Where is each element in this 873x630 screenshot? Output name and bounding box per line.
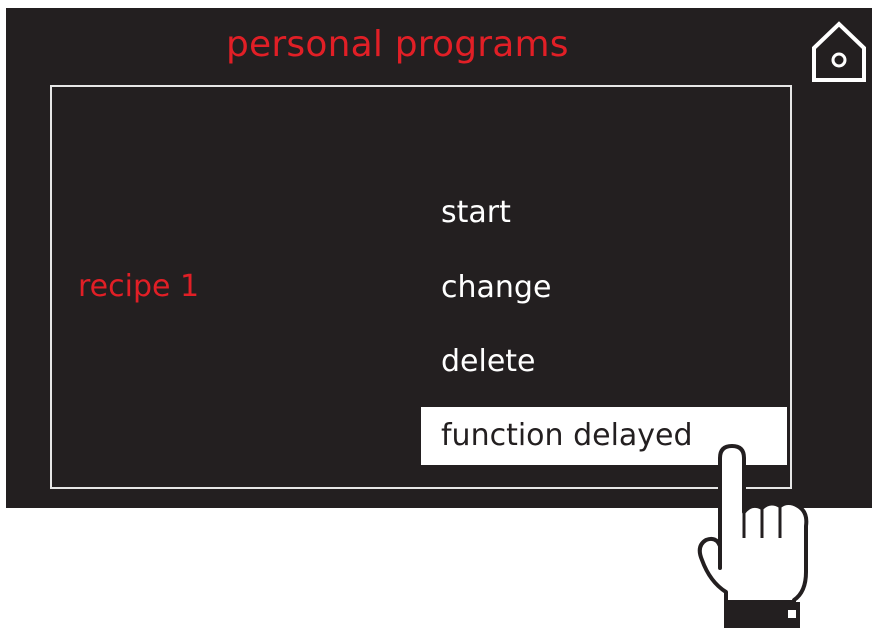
recipe-name: recipe 1 xyxy=(78,269,200,304)
menu-item-delete[interactable]: delete xyxy=(441,347,536,377)
menu-item-change[interactable]: change xyxy=(441,273,551,303)
home-button[interactable] xyxy=(810,20,868,84)
menu-item-start[interactable]: start xyxy=(441,198,511,228)
home-icon xyxy=(812,21,866,82)
page-title: personal programs xyxy=(226,24,569,65)
pointing-hand-icon xyxy=(697,444,809,628)
menu-item-label: function delayed xyxy=(441,418,693,453)
